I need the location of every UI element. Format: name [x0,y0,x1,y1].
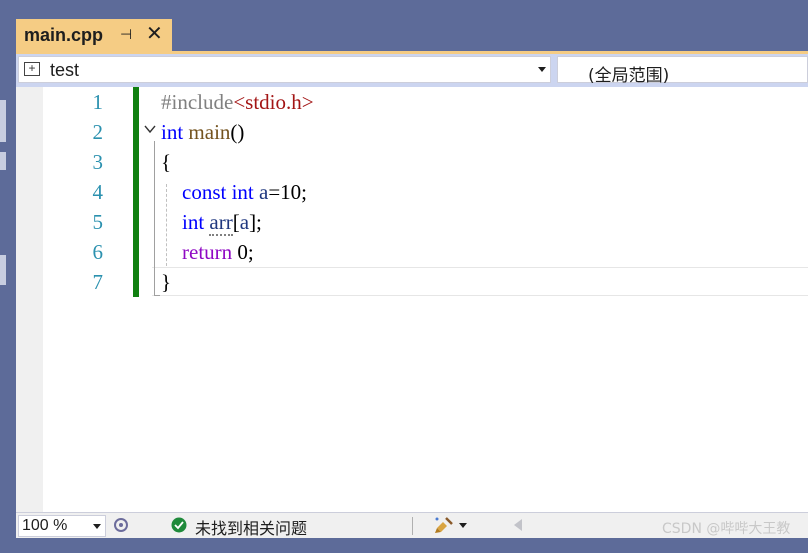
chevron-down-icon[interactable] [93,524,101,529]
close-icon[interactable]: ✕ [146,22,163,46]
issues-status[interactable]: 未找到相关问题 [195,515,307,539]
code-text[interactable]: { [161,147,171,177]
zoom-value: 100 % [22,517,68,534]
line-number: 4 [92,180,104,204]
code-token: { [161,150,172,174]
line-number: 3 [92,150,104,174]
code-text[interactable]: int main() [161,117,244,147]
code-token: [ [232,210,240,234]
code-health-icon[interactable] [112,516,130,534]
code-text[interactable]: const int a=10; [161,177,307,207]
window-left-frame [0,10,16,553]
side-panel-fragment [0,100,6,142]
check-circle-icon [171,517,187,533]
line-number: 7 [92,270,104,294]
scroll-left-icon[interactable] [514,519,522,531]
code-token: int [231,180,254,204]
navigation-bar: + test (全局范围) [16,54,808,87]
status-separator [412,517,413,535]
code-line[interactable]: 5 int arr[a]; [16,207,808,237]
code-token: arr [209,210,233,236]
code-token: return [182,240,233,264]
watermark: CSDN @哔哔大王教 [662,521,791,537]
code-token: =10; [268,180,308,204]
code-token: () [230,120,245,144]
side-panel-fragment [0,255,6,285]
project-combo-value: test [50,60,80,80]
code-token: int [161,120,184,144]
side-panel-fragment [0,152,6,170]
line-number: 6 [92,240,104,264]
project-icon: + [24,62,40,76]
project-combo[interactable]: + test [18,56,551,83]
code-token: ]; [249,210,262,234]
code-text[interactable]: return 0; [161,237,254,267]
code-token: } [161,270,172,294]
code-line[interactable]: 1 #include<stdio.h> [16,87,808,117]
line-number: 5 [92,210,104,234]
code-token: <stdio.h> [233,90,314,114]
code-text[interactable]: } [161,267,171,297]
scope-combo[interactable]: (全局范围) [557,56,808,86]
code-line[interactable]: 4 const int a=10; [16,177,808,207]
code-line[interactable]: 7} [16,267,808,297]
code-token: main [188,120,231,144]
code-line[interactable]: 6 return 0; [16,237,808,267]
line-number: 1 [92,90,104,114]
tab-main-cpp[interactable]: main.cpp ⊣ ✕ [16,19,172,51]
code-token: a [259,180,269,204]
editor-status-bar: 100 % 未找到相关问题 CSDN @哔哔大王教 [16,512,808,538]
code-token: a [239,210,250,234]
pin-icon[interactable]: ⊣ [120,24,132,44]
code-editor[interactable]: 1 #include<stdio.h> 2 int main() 3{4 const i… [16,87,808,512]
chevron-down-icon[interactable] [459,523,467,528]
code-cleanup-icon[interactable] [432,515,456,535]
code-text[interactable]: #include<stdio.h> [161,87,314,117]
line-number: 2 [92,120,104,144]
code-token: #include [161,90,234,114]
scope-combo-value: (全局范围) [588,66,670,86]
tab-title: main.cpp [24,24,104,45]
code-token: 0; [232,240,254,264]
code-text[interactable]: int arr[a]; [161,207,262,237]
chevron-down-icon[interactable] [538,67,546,72]
code-line[interactable]: 3{ [16,147,808,177]
window-bottom-frame [0,538,808,553]
code-line[interactable]: 2 int main() [16,117,808,147]
window-top-frame [0,0,808,10]
code-token: int [182,210,205,234]
code-token: const [182,180,227,204]
zoom-combo[interactable]: 100 % [18,515,106,537]
